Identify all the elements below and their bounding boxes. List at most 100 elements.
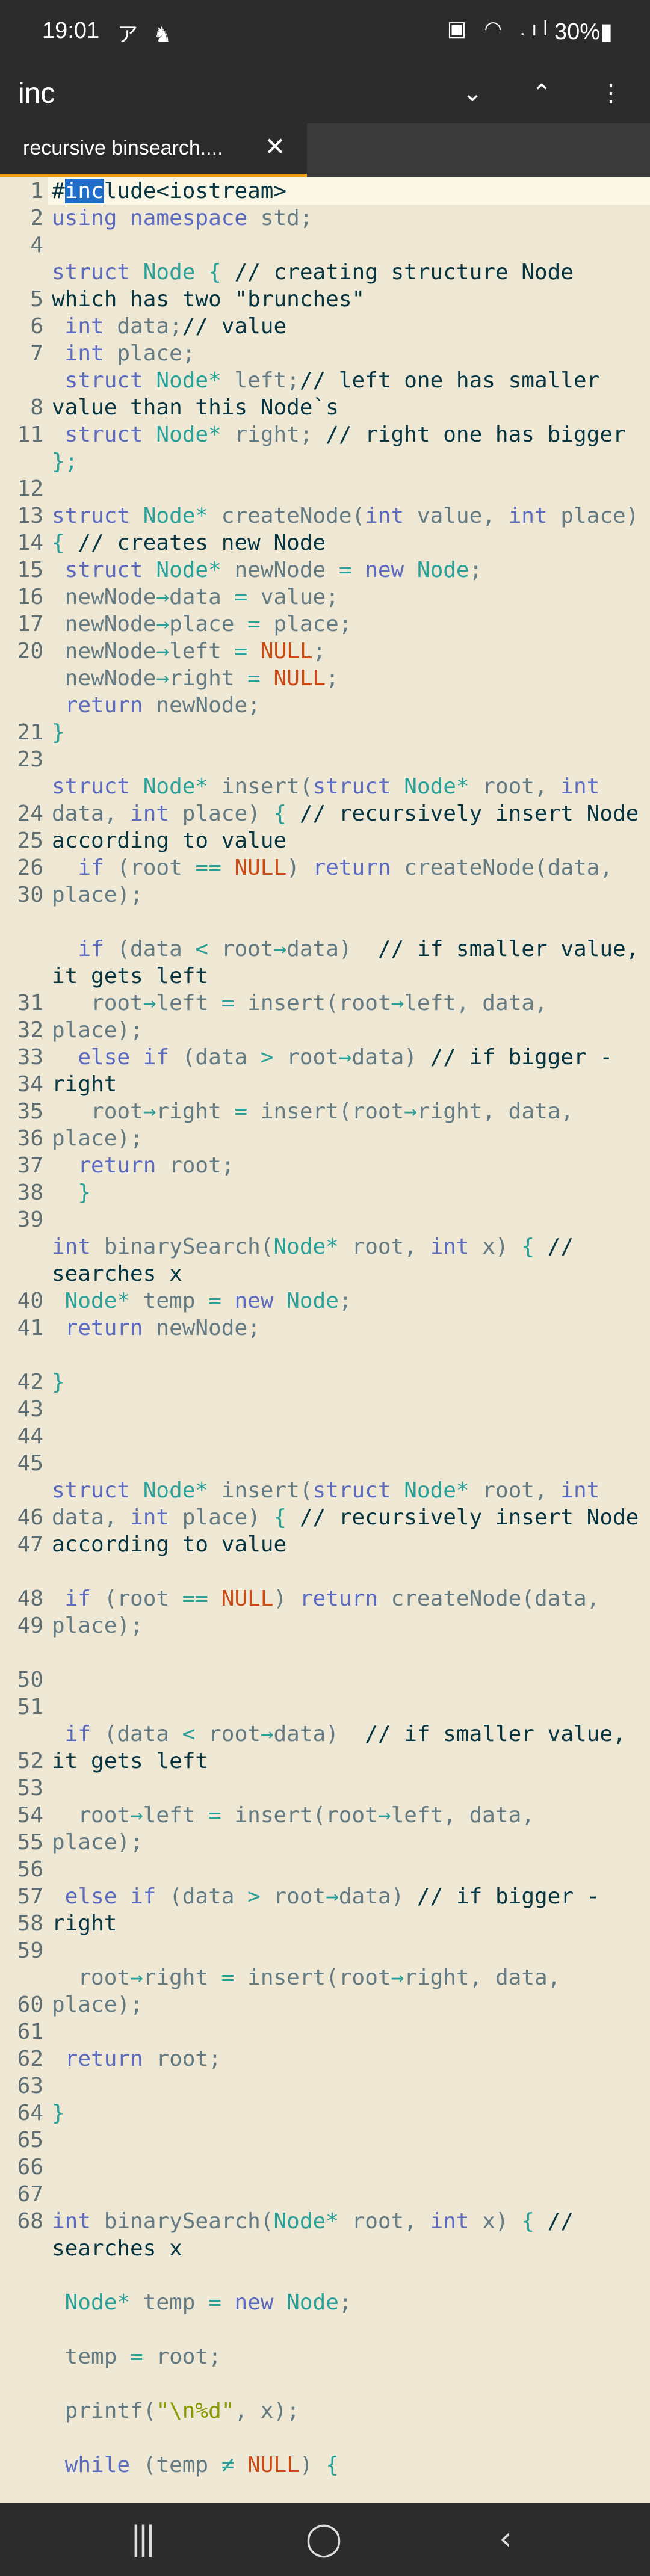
code-line[interactable]: struct Node* createNode(int value, int p… — [52, 502, 639, 529]
code-line[interactable]: value than this Node`s — [52, 394, 339, 421]
line-number: 4 — [30, 233, 43, 257]
back-button[interactable]: ‹ — [469, 2515, 542, 2563]
recent-apps-button[interactable]: ||| — [105, 2515, 178, 2563]
code-line[interactable]: using namespace std; — [52, 205, 312, 232]
line-number: 15 — [17, 558, 43, 582]
find-previous-button[interactable]: ⌃ — [521, 75, 563, 111]
code-token: it gets left — [52, 1749, 209, 1773]
code-line[interactable]: it gets left — [52, 963, 208, 990]
code-line[interactable]: } — [52, 1179, 91, 1206]
file-tab[interactable]: recursive binsearch.... ✕ — [0, 123, 307, 177]
code-line[interactable]: data, int place) { // recursively insert… — [52, 800, 639, 827]
line-number: 6 — [30, 314, 43, 339]
code-token: ≠ — [221, 2453, 248, 2477]
code-line[interactable]: root→left = insert(root→left, data, — [52, 1802, 534, 1829]
code-line[interactable]: struct Node* insert(struct Node* root, i… — [52, 773, 599, 800]
code-line[interactable]: struct Node* right; // right one has big… — [52, 421, 626, 448]
code-line[interactable]: searches x — [52, 2235, 182, 2262]
code-line[interactable]: else if (data > root→data) // if bigger … — [52, 1883, 600, 1910]
code-line[interactable]: struct Node { // creating structure Node — [52, 259, 574, 286]
code-line[interactable]: } — [52, 1369, 65, 1396]
code-token: left; — [234, 368, 300, 393]
code-line[interactable]: { // creates new Node — [52, 529, 326, 556]
code-line[interactable]: Node* temp = new Node; — [52, 1287, 352, 1314]
code-line[interactable]: int binarySearch(Node* root, int x) { // — [52, 1233, 574, 1260]
more-options-button[interactable]: ⋮ — [593, 75, 629, 111]
code-token: Node — [52, 1289, 117, 1313]
code-token: Node — [156, 368, 209, 393]
code-line[interactable]: return root; — [52, 1152, 234, 1179]
code-token: }; — [52, 449, 78, 474]
code-line[interactable]: struct Node* newNode = new Node; — [52, 556, 483, 584]
code-line[interactable]: data, int place) { // recursively insert… — [52, 1504, 639, 1531]
code-line[interactable]: #include<iostream> — [52, 177, 286, 205]
code-token: Node — [52, 2290, 117, 2315]
code-line[interactable]: int binarySearch(Node* root, int x) { // — [52, 2208, 574, 2235]
code-token: printf( — [52, 2399, 156, 2423]
code-line[interactable]: struct Node* left;// left one has smalle… — [52, 367, 600, 394]
code-line[interactable]: right — [52, 1910, 117, 1937]
code-line[interactable]: root→right = insert(root→right, data, — [52, 1964, 560, 1991]
code-line[interactable]: while (temp ≠ NULL) { — [52, 2451, 339, 2479]
code-token: * — [117, 2290, 143, 2315]
code-token: place); — [52, 883, 143, 907]
code-line[interactable]: place); — [52, 1017, 143, 1044]
find-next-button[interactable]: ⌄ — [451, 75, 494, 111]
code-token: → — [391, 1965, 404, 1990]
code-line[interactable]: } — [52, 719, 65, 746]
code-line[interactable]: if (root == NULL) return createNode(data… — [52, 1585, 600, 1612]
code-token: using namespace — [52, 206, 261, 230]
code-line[interactable]: if (root == NULL) return createNode(data… — [52, 854, 613, 881]
code-token: data) — [286, 937, 378, 961]
code-line[interactable]: temp = root; — [52, 2343, 221, 2370]
code-line[interactable]: place); — [52, 1612, 143, 1639]
code-line[interactable]: newNode→place = place; — [52, 611, 352, 638]
code-token: while — [52, 2453, 143, 2477]
line-number: 64 — [17, 2101, 43, 2125]
line-number: 50 — [17, 1668, 43, 1692]
code-line[interactable]: according to value — [52, 827, 286, 854]
code-line[interactable]: root→right = insert(root→right, data, — [52, 1098, 574, 1125]
code-line[interactable]: root→left = insert(root→left, data, — [52, 990, 548, 1017]
code-line[interactable]: newNode→left = NULL; — [52, 638, 326, 665]
code-line[interactable]: place); — [52, 881, 143, 908]
code-line[interactable]: place); — [52, 1125, 143, 1152]
code-token: insert(root — [260, 1099, 404, 1124]
code-line[interactable]: searches x — [52, 1260, 182, 1287]
code-line[interactable]: place); — [52, 1991, 143, 2018]
code-line[interactable]: according to value — [52, 1531, 286, 1558]
code-line[interactable]: place); — [52, 1829, 143, 1856]
code-line[interactable]: int data;// value — [52, 313, 286, 340]
line-number: 65 — [17, 2128, 43, 2152]
code-line[interactable]: }; — [52, 448, 78, 475]
code-token: Node — [143, 774, 196, 799]
home-button[interactable]: ◯ — [288, 2515, 360, 2563]
code-line[interactable]: } — [52, 2100, 65, 2127]
find-input[interactable] — [18, 75, 439, 111]
code-line[interactable]: if (data < root→data) // if smaller valu… — [52, 1721, 626, 1748]
code-editor[interactable]: 1 2 4 5 6 7 8 11 12 13 14 15 16 17 20 21 23 24 25 26 30 31 32 3… — [0, 177, 650, 2503]
line-number: 14 — [17, 531, 43, 555]
code-line[interactable]: it gets left — [52, 1748, 208, 1775]
code-line[interactable]: newNode→data = value; — [52, 584, 339, 611]
code-line[interactable]: Node* temp = new Node; — [52, 2289, 352, 2316]
code-line[interactable]: if (data < root→data) // if smaller valu… — [52, 935, 639, 963]
code-line[interactable]: else if (data > root→data) // if bigger … — [52, 1044, 613, 1071]
code-line[interactable]: return root; — [52, 2045, 221, 2072]
code-line[interactable]: printf("\n%d", x); — [52, 2397, 300, 2424]
code-token: left, data, — [404, 991, 548, 1015]
code-line[interactable]: newNode→right = NULL; — [52, 665, 339, 692]
code-line[interactable]: which has two "brunches" — [52, 286, 365, 313]
code-token: (data — [182, 1045, 261, 1070]
code-line[interactable]: int place; — [52, 340, 196, 367]
code-line[interactable]: struct Node* insert(struct Node* root, i… — [52, 1477, 599, 1504]
line-number: 42 — [17, 1370, 43, 1394]
line-number: 62 — [17, 2047, 43, 2071]
code-line[interactable]: return newNode; — [52, 1314, 261, 1342]
code-token: // — [547, 1234, 574, 1259]
close-icon[interactable]: ✕ — [260, 132, 290, 162]
code-line[interactable]: return newNode; — [52, 692, 261, 719]
code-token: { — [52, 531, 78, 555]
find-bar: ⌄ ⌃ ⋮ — [0, 63, 650, 123]
code-line[interactable]: right — [52, 1071, 117, 1098]
